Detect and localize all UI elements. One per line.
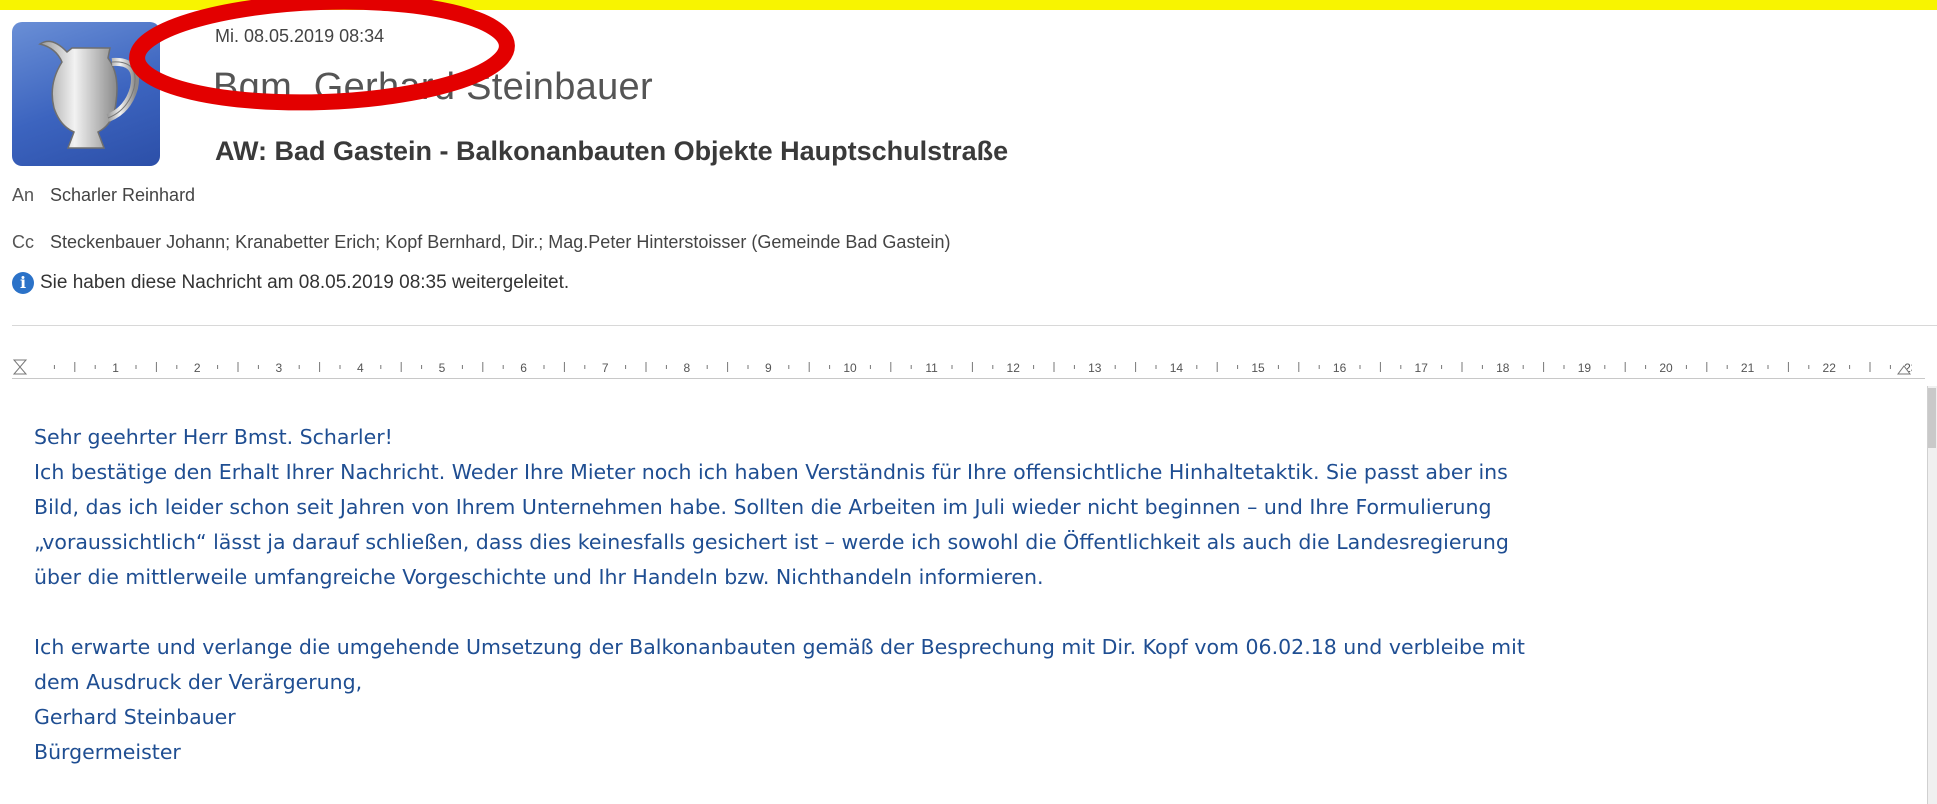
ruler-number: 2 [194, 361, 201, 375]
ruler-number: 8 [683, 361, 690, 375]
body-line: dem Ausdruck der Verärgerung, [34, 670, 363, 694]
ruler-number: 7 [602, 361, 609, 375]
cc-label: Cc [12, 232, 34, 252]
cc-recipients[interactable]: Steckenbauer Johann; Kranabetter Erich; … [50, 232, 950, 252]
to-label: An [12, 185, 35, 205]
ruler-number: 3 [275, 361, 282, 375]
ruler-number: 19 [1578, 361, 1592, 375]
ruler-number: 20 [1659, 361, 1673, 375]
sender-avatar [12, 22, 160, 166]
message-date: Mi. 08.05.2019 08:34 [215, 26, 385, 46]
body-line: „voraussichtlich“ lässt ja darauf schlie… [34, 530, 1509, 554]
ruler-number: 5 [439, 361, 446, 375]
forward-info-text: Sie haben diese Nachricht am 08.05.2019 … [40, 272, 570, 294]
info-icon: i [12, 272, 34, 294]
greeting-line: Sehr geehrter Herr Bmst. Scharler! [34, 425, 393, 449]
scrollbar-thumb[interactable] [1928, 388, 1936, 448]
ruler-number: 17 [1415, 361, 1429, 375]
ruler-number: 11 [925, 361, 938, 375]
ruler-number: 22 [1823, 361, 1837, 375]
ruler-number: 9 [765, 361, 772, 375]
body-line: Bild, das ich leider schon seit Jahren v… [34, 495, 1492, 519]
ruler-number: 12 [1007, 361, 1021, 375]
signature-name: Gerhard Steinbauer [34, 705, 236, 729]
ruler-number: 16 [1333, 361, 1347, 375]
ruler-number: 15 [1251, 361, 1265, 375]
body-line: über die mittlerweile umfangreiche Vorge… [34, 565, 1044, 589]
ruler-number: 21 [1741, 361, 1755, 375]
yellow-highlight-bar [0, 0, 1937, 10]
vertical-scrollbar[interactable] [1927, 386, 1937, 804]
body-line: Ich erwarte und verlange die umgehende U… [34, 635, 1525, 659]
message-body[interactable]: Sehr geehrter Herr Bmst. Scharler! Ich b… [34, 420, 1904, 770]
to-recipients[interactable]: Scharler Reinhard [50, 185, 195, 205]
ruler-number: 6 [520, 361, 527, 375]
ruler-number: 18 [1496, 361, 1510, 375]
ruler-number: 4 [357, 361, 364, 375]
forward-info-bar: i Sie haben diese Nachricht am 08.05.2019… [12, 272, 569, 294]
jug-crest-icon [38, 40, 139, 149]
ruler-baseline [12, 378, 1925, 379]
ruler-number: 10 [843, 361, 857, 375]
message-subject: AW: Bad Gastein - Balkonanbauten Objekte… [215, 136, 1009, 166]
to-row: An Scharler Reinhard [12, 185, 195, 206]
ruler-number: 13 [1088, 361, 1102, 375]
cc-row: Cc Steckenbauer Johann; Kranabetter Erich… [12, 232, 950, 253]
signature-title: Bürgermeister [34, 740, 181, 764]
ruler-number: 14 [1170, 361, 1184, 375]
body-line: Ich bestätige den Erhalt Ihrer Nachricht… [34, 460, 1508, 484]
ruler-indent-marker[interactable] [12, 359, 28, 375]
header-divider [12, 325, 1937, 326]
sender-name[interactable]: Bgm. Gerhard Steinbauer [213, 66, 653, 109]
ruler-number: 1 [112, 361, 119, 375]
